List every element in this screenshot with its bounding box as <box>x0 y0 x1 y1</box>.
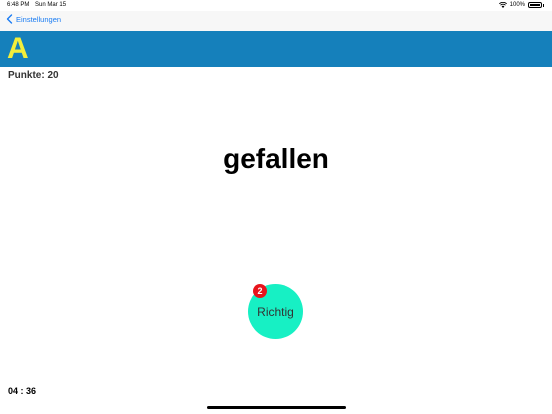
wifi-icon <box>498 2 507 8</box>
chevron-left-icon <box>6 14 13 24</box>
status-right: 100% <box>498 2 544 8</box>
richtig-button-label: Richtig <box>257 304 294 319</box>
home-indicator[interactable] <box>207 406 346 409</box>
nav-bar: Einstellungen <box>0 11 552 31</box>
timer: 04 : 36 <box>8 386 37 396</box>
letter-banner: A <box>0 31 552 67</box>
battery-percent: 100% <box>509 2 525 8</box>
status-left: 6:48 PM Sun Mar 15 <box>7 2 70 8</box>
status-date: Sun Mar 15 <box>35 2 67 8</box>
score-label: Punkte: 20 <box>8 70 59 81</box>
status-time: 6:48 PM <box>7 2 30 8</box>
word-display: gefallen <box>223 143 329 174</box>
count-badge: 2 <box>253 284 267 298</box>
status-bar: 6:48 PM Sun Mar 15 100% <box>0 0 552 10</box>
back-button[interactable]: Einstellungen <box>5 14 61 24</box>
banner-letter: A <box>7 32 29 65</box>
battery-icon <box>528 2 542 8</box>
back-label: Einstellungen <box>16 14 62 24</box>
battery-tip <box>543 3 544 7</box>
